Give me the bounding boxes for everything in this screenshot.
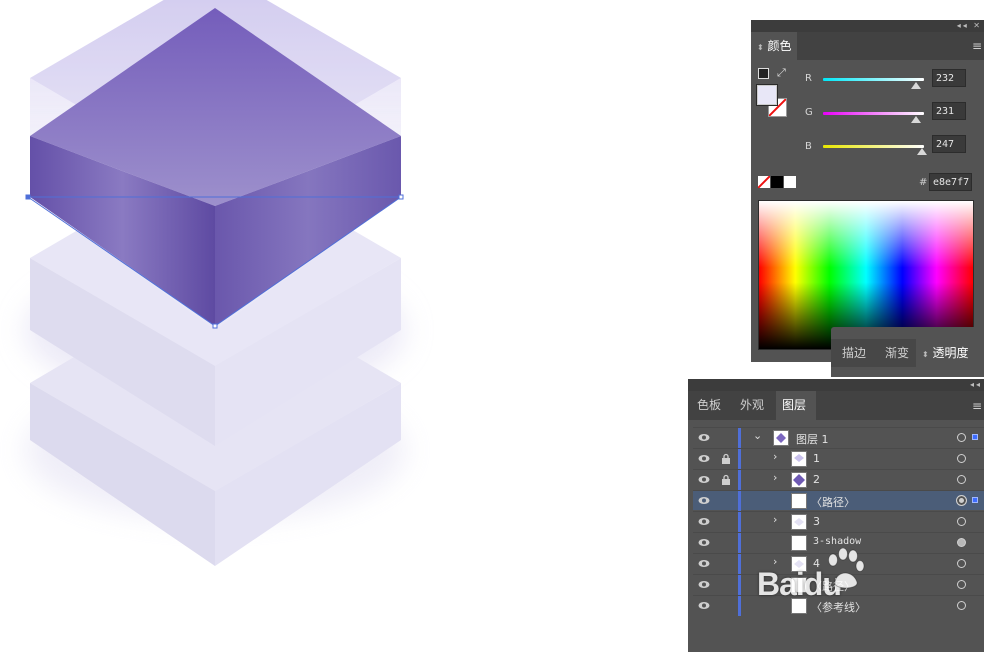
b-slider[interactable]	[823, 145, 924, 148]
artboard-canvas[interactable]	[0, 0, 690, 652]
chevron-right-icon[interactable]: ›	[773, 513, 777, 526]
chevron-down-icon[interactable]: ⌄	[753, 429, 762, 442]
g-slider-thumb[interactable]	[911, 116, 921, 123]
b-value-field[interactable]: 247	[932, 135, 966, 153]
target-circle-icon[interactable]	[956, 495, 967, 506]
layer-row[interactable]: ⌄ 图层 1	[693, 427, 984, 448]
layer-color-bar	[738, 554, 741, 574]
eye-icon[interactable]	[698, 432, 710, 443]
layer-color-bar	[738, 575, 741, 595]
layer-color-bar	[738, 491, 741, 511]
layer-color-bar	[738, 470, 741, 490]
layer-color-bar	[738, 512, 741, 532]
panel-menu-icon[interactable]: ≡	[972, 399, 982, 413]
tab-swatches[interactable]: 色板	[691, 391, 727, 420]
layer-row[interactable]: › 3	[693, 511, 984, 532]
layer-color-bar	[738, 449, 741, 469]
eye-icon[interactable]	[698, 600, 710, 611]
hex-label: #	[919, 177, 928, 188]
selection-indicator[interactable]	[972, 497, 978, 503]
layer-thumbnail	[773, 430, 789, 446]
b-slider-thumb[interactable]	[917, 148, 927, 155]
lock-icon[interactable]	[720, 453, 732, 465]
layer-color-bar	[738, 428, 741, 448]
eye-icon[interactable]	[698, 537, 710, 548]
r-label: R	[805, 73, 812, 84]
eye-icon[interactable]	[698, 495, 710, 506]
anchor-point	[25, 194, 31, 200]
chevron-right-icon[interactable]: ›	[773, 450, 777, 463]
g-slider[interactable]	[823, 112, 924, 115]
stroke-gradient-transparency-panel: 描边 渐变 ⬍ 透明度	[831, 327, 984, 377]
white-swatch[interactable]	[784, 176, 796, 188]
selection-indicator[interactable]	[972, 434, 978, 440]
default-colors-icon[interactable]	[758, 68, 769, 79]
tab-gradient[interactable]: 渐变	[879, 339, 915, 367]
target-circle-icon[interactable]	[957, 580, 966, 589]
tabs-panel-tabbar: 描边 渐变 ⬍ 透明度	[831, 339, 984, 367]
collapse-icon[interactable]: ◂◂	[970, 379, 982, 391]
tab-appearance[interactable]: 外观	[734, 391, 770, 420]
layer-color-bar	[738, 533, 741, 553]
layer-thumbnail	[791, 493, 807, 509]
tab-arrows-icon: ⬍	[757, 43, 764, 52]
layer-row[interactable]: › 2	[693, 469, 984, 490]
layer-name[interactable]: 2	[813, 473, 820, 486]
tab-color[interactable]: ⬍ 颜色	[751, 32, 797, 60]
layer-thumbnail	[791, 472, 807, 488]
layer-name[interactable]: 图层 1	[796, 431, 829, 447]
target-circle-icon[interactable]	[957, 601, 966, 610]
target-circle-icon[interactable]	[957, 559, 966, 568]
isometric-stack-artwork[interactable]	[0, 0, 690, 652]
anchor-point	[398, 194, 404, 200]
layer-thumbnail	[791, 514, 807, 530]
target-circle-icon[interactable]	[957, 475, 966, 484]
r-value-field[interactable]: 232	[932, 69, 966, 87]
hex-value-field[interactable]: e8e7f7	[929, 173, 972, 191]
eye-icon[interactable]	[698, 558, 710, 569]
none-swatch[interactable]	[758, 176, 770, 188]
layer-color-bar	[738, 596, 741, 616]
fill-swatch[interactable]	[757, 85, 777, 105]
layer-name[interactable]: 3-shadow	[813, 536, 861, 547]
layer-row[interactable]: › 1	[693, 448, 984, 469]
g-value-field[interactable]: 231	[932, 102, 966, 120]
target-circle-icon[interactable]	[957, 433, 966, 442]
panel-header-strip[interactable]: ◂◂ ✕	[751, 20, 984, 32]
lock-icon[interactable]	[720, 474, 732, 486]
swap-colors-icon[interactable]: ⤢	[777, 66, 786, 80]
layer-name[interactable]: 〈路径〉	[811, 494, 855, 510]
collapse-close-icons[interactable]: ◂◂ ✕	[957, 20, 982, 32]
layer-row-selected[interactable]: 〈路径〉	[693, 490, 984, 511]
tab-stroke[interactable]: 描边	[836, 339, 872, 367]
target-circle-icon[interactable]	[957, 517, 966, 526]
paw-icon	[828, 548, 865, 589]
color-panel: ◂◂ ✕ ⬍ 颜色 ≡ ⤢ R 232 G 231 B 247 # e8e7f7	[751, 20, 984, 362]
g-label: G	[805, 107, 813, 118]
chevron-right-icon[interactable]: ›	[773, 471, 777, 484]
black-swatch[interactable]	[771, 176, 783, 188]
anchor-point	[212, 323, 218, 329]
tab-transparency[interactable]: ⬍ 透明度	[916, 339, 984, 367]
eye-icon[interactable]	[698, 579, 710, 590]
eye-icon[interactable]	[698, 474, 710, 485]
r-slider[interactable]	[823, 78, 924, 81]
baidu-watermark: Baidu	[753, 548, 893, 612]
eye-icon[interactable]	[698, 516, 710, 527]
layer-thumbnail	[791, 451, 807, 467]
color-tabbar: ⬍ 颜色 ≡	[751, 32, 984, 60]
target-circle-icon[interactable]	[957, 454, 966, 463]
tab-layers[interactable]: 图层	[776, 391, 816, 420]
r-slider-thumb[interactable]	[911, 82, 921, 89]
target-circle-icon[interactable]	[957, 538, 966, 547]
panel-header-strip[interactable]: ◂◂	[688, 379, 984, 391]
eye-icon[interactable]	[698, 453, 710, 464]
layer-name[interactable]: 3	[813, 515, 820, 528]
layers-tabbar: 色板 外观 图层 ≡	[688, 391, 984, 420]
b-label: B	[805, 141, 812, 152]
layer-name[interactable]: 1	[813, 452, 820, 465]
panel-menu-icon[interactable]: ≡	[972, 39, 982, 53]
tab-arrows-icon: ⬍	[922, 350, 929, 359]
